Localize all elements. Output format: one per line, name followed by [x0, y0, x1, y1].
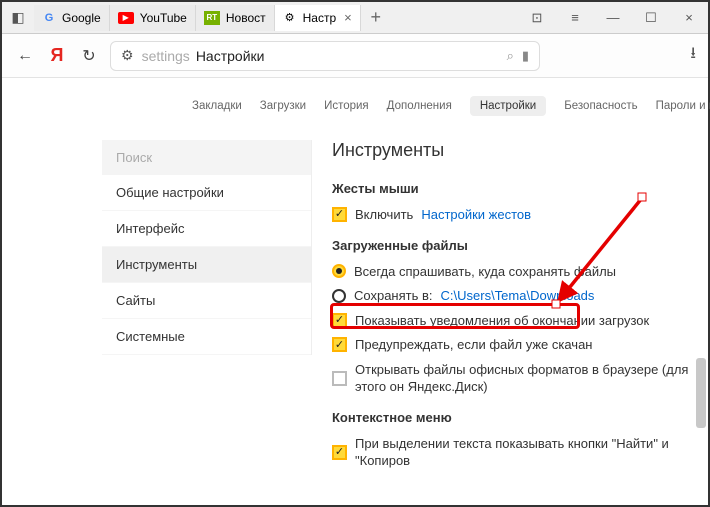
- omnibox[interactable]: ⚙ settings Настройки ⌕ ▮: [110, 41, 540, 71]
- window-controls: ⊡ ≡ — ☐ ×: [518, 10, 708, 26]
- label-open-office: Открывать файлы офисных форматов в брауз…: [355, 361, 690, 396]
- sidebar-item-interface[interactable]: Интерфейс: [102, 211, 311, 247]
- sidebar-item-tools[interactable]: Инструменты: [102, 247, 311, 283]
- topnav-security[interactable]: Безопасность: [564, 100, 637, 112]
- tab-settings[interactable]: ⚙ Настр ×: [275, 5, 361, 31]
- tab-youtube[interactable]: ▶ YouTube: [110, 5, 196, 31]
- rt-favicon: RT: [204, 11, 220, 25]
- checkbox-download-warn[interactable]: ✓: [332, 337, 347, 352]
- label-download-warn: Предупреждать, если файл уже скачан: [355, 336, 593, 354]
- maximize-icon[interactable]: ☐: [632, 10, 670, 26]
- settings-top-nav: Закладки Загрузки История Дополнения Нас…: [192, 96, 680, 116]
- back-button[interactable]: ←: [14, 47, 36, 65]
- address-bar: ← Я ↻ ⚙ settings Настройки ⌕ ▮ ⭳: [2, 34, 708, 78]
- label-enable-gestures: Включить: [355, 206, 413, 224]
- url-path-main: Настройки: [196, 48, 265, 64]
- url-path-dim: settings: [142, 48, 190, 64]
- checkbox-context-find-copy[interactable]: ✓: [332, 445, 347, 460]
- page-heading: Инструменты: [332, 140, 690, 161]
- bookmark-icon[interactable]: ▮: [522, 48, 529, 64]
- settings-search-input[interactable]: Поиск: [102, 140, 311, 175]
- reload-button[interactable]: ↻: [78, 46, 100, 66]
- label-download-notify: Показывать уведомления об окончании загр…: [355, 312, 649, 330]
- label-always-ask: Всегда спрашивать, куда сохранять файлы: [354, 263, 616, 281]
- sidebar-item-general[interactable]: Общие настройки: [102, 175, 311, 211]
- titlebar: ◧ G Google ▶ YouTube RT Новост ⚙ Настр ×…: [2, 2, 708, 34]
- checkbox-enable-gestures[interactable]: ✓: [332, 207, 347, 222]
- scrollbar-thumb[interactable]: [696, 358, 706, 428]
- minimize-icon[interactable]: —: [594, 10, 632, 26]
- link-gesture-settings[interactable]: Настройки жестов: [421, 206, 531, 224]
- topnav-settings[interactable]: Настройки: [470, 96, 546, 116]
- checkbox-download-notify[interactable]: ✓: [332, 313, 347, 328]
- settings-main: Инструменты Жесты мыши ✓ Включить Настро…: [332, 140, 690, 477]
- gear-icon: ⚙: [121, 47, 134, 64]
- tab-google[interactable]: G Google: [34, 5, 110, 31]
- new-tab-button[interactable]: +: [361, 7, 391, 28]
- panel-icon[interactable]: ⊡: [518, 10, 556, 26]
- settings-page: Закладки Загрузки История Дополнения Нас…: [2, 78, 708, 505]
- label-context-find-copy: При выделении текста показывать кнопки "…: [355, 435, 690, 470]
- close-window-icon[interactable]: ×: [670, 10, 708, 26]
- close-tab-icon[interactable]: ×: [344, 10, 352, 25]
- topnav-passwords[interactable]: Пароли и карты: [656, 100, 710, 112]
- radio-save-to[interactable]: [332, 289, 346, 303]
- menu-icon[interactable]: ≡: [556, 10, 594, 26]
- topnav-bookmarks[interactable]: Закладки: [192, 100, 242, 112]
- tab-label: Новост: [226, 11, 266, 25]
- topnav-addons[interactable]: Дополнения: [387, 100, 452, 112]
- topnav-history[interactable]: История: [324, 100, 369, 112]
- topnav-downloads[interactable]: Загрузки: [260, 100, 306, 112]
- section-mouse-gestures: Жесты мыши: [332, 181, 690, 196]
- google-favicon: G: [42, 11, 56, 25]
- tab-rt-news[interactable]: RT Новост: [196, 5, 275, 31]
- downloads-button[interactable]: ⭳: [690, 42, 696, 69]
- tab-label: YouTube: [140, 11, 187, 25]
- checkbox-open-office[interactable]: ✓: [332, 371, 347, 386]
- section-context-menu: Контекстное меню: [332, 410, 690, 425]
- section-downloads: Загруженные файлы: [332, 238, 690, 253]
- sidebar-toggle-icon[interactable]: ◧: [2, 9, 34, 26]
- tab-label: Google: [62, 11, 101, 25]
- sidebar-item-sites[interactable]: Сайты: [102, 283, 311, 319]
- link-download-path[interactable]: C:\Users\Tema\Downloads: [441, 287, 595, 305]
- radio-always-ask[interactable]: [332, 264, 346, 278]
- label-save-to: Сохранять в:: [354, 287, 433, 305]
- search-icon[interactable]: ⌕: [507, 48, 514, 64]
- settings-sidebar: Поиск Общие настройки Интерфейс Инструме…: [102, 140, 312, 355]
- tab-label: Настр: [303, 11, 337, 25]
- gear-icon: ⚙: [283, 11, 297, 25]
- sidebar-item-system[interactable]: Системные: [102, 319, 311, 355]
- yandex-home-button[interactable]: Я: [46, 45, 68, 66]
- youtube-favicon: ▶: [118, 12, 134, 24]
